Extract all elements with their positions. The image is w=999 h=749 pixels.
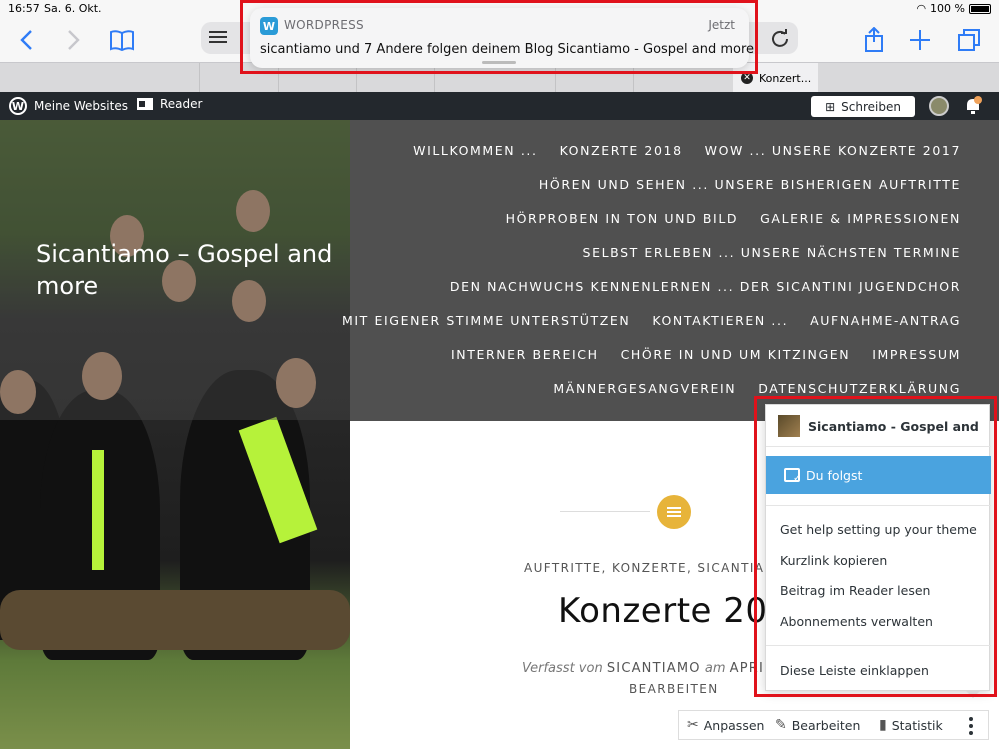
nav-row: INTERNER BEREICH CHÖRE IN UND UM KITZING… <box>451 347 961 362</box>
notifications-icon[interactable] <box>963 96 983 116</box>
post-format-icon <box>657 495 691 529</box>
battery-label: 100 % <box>930 2 965 15</box>
wp-admin-bar: W Meine Websites Reader ⊞ Schreiben <box>0 92 999 120</box>
blog-name: Sicantiamo - Gospel and ... <box>808 418 983 434</box>
notification-app-name: WORDPRESS <box>284 18 364 32</box>
share-icon[interactable] <box>858 24 890 56</box>
nav-item-konzerte-2017[interactable]: WOW ... UNSERE KONZERTE 2017 <box>705 143 961 158</box>
customize-bar: ✂ Anpassen ✎ Bearbeiten ▮ Statistik <box>678 710 989 740</box>
header-image: Sicantiamo – Gospel and more <box>0 120 350 749</box>
stats-icon: ▮ <box>879 717 887 733</box>
post-categories[interactable]: AUFTRITTE, KONZERTE, SICANTIAMO S <box>524 561 801 575</box>
nav-item-impressum[interactable]: IMPRESSUM <box>872 347 961 362</box>
nav-item-hoerproben[interactable]: HÖRPROBEN IN TON UND BILD <box>506 211 739 226</box>
nav-row: DEN NACHWUCHS KENNENLERNEN ... DER SICAN… <box>450 279 961 294</box>
follow-popover: Sicantiamo - Gospel and ... Du folgst Ge… <box>765 404 991 691</box>
close-icon[interactable]: ✕ <box>741 72 753 84</box>
nav-item-datenschutz[interactable]: DATENSCHUTZERKLÄRUNG <box>758 381 961 396</box>
wifi-icon: ◠ <box>916 2 927 15</box>
nav-item-unterstuetzen[interactable]: MIT EIGENER STIMME UNTERSTÜTZEN <box>342 313 630 328</box>
pencil-icon: ✎ <box>775 717 787 733</box>
follow-icon <box>784 468 801 484</box>
status-right: ◠ 100 % <box>916 2 991 15</box>
reader-icon <box>137 98 153 110</box>
write-button[interactable]: ⊞ Schreiben <box>811 96 915 117</box>
nav-item-galerie[interactable]: GALERIE & IMPRESSIONEN <box>760 211 961 226</box>
nav-row: MÄNNERGESANGVEREIN DATENSCHUTZERKLÄRUNG <box>553 381 961 396</box>
nav-item-maennergesangverein[interactable]: MÄNNERGESANGVEREIN <box>553 381 736 396</box>
forward-icon[interactable] <box>58 24 90 56</box>
write-icon: ⊞ <box>825 99 836 114</box>
nav-item-aufnahme-antrag[interactable]: AUFNAHME-ANTRAG <box>810 313 961 328</box>
following-button[interactable]: Du folgst <box>766 456 991 494</box>
menu-item-collapse[interactable]: Diese Leiste einklappen <box>780 663 929 678</box>
nav-row: WILLKOMMEN ... KONZERTE 2018 WOW ... UNS… <box>413 143 961 158</box>
nav-row: HÖRPROBEN IN TON UND BILD GALERIE & IMPR… <box>506 211 961 226</box>
nav-item-kontaktieren[interactable]: KONTAKTIEREN ... <box>652 313 788 328</box>
wordpress-app-icon: W <box>260 17 278 35</box>
back-icon[interactable] <box>10 24 42 56</box>
reader-mode-icon[interactable] <box>209 31 227 43</box>
nav-item-interner-bereich[interactable]: INTERNER BEREICH <box>451 347 599 362</box>
edit-button[interactable]: ✎ Bearbeiten <box>775 717 860 733</box>
notification-time: Jetzt <box>708 18 735 32</box>
wordpress-logo-icon: W <box>9 97 27 115</box>
stats-label: Statistik <box>891 717 943 733</box>
new-tab-icon[interactable] <box>904 24 936 56</box>
more-options-icon[interactable] <box>969 717 973 735</box>
stats-button[interactable]: ▮ Statistik <box>879 717 943 733</box>
nav-item-jugendchor[interactable]: DEN NACHWUCHS KENNENLERNEN ... DER SICAN… <box>450 279 961 294</box>
tab-title: Konzert... <box>759 71 812 85</box>
reload-icon[interactable] <box>770 28 790 52</box>
my-sites-label: Meine Websites <box>34 99 128 113</box>
post-byline: Verfasst von SICANTIAMO am APRIL <box>522 661 773 676</box>
status-date: Sa. 6. Okt. <box>44 2 102 15</box>
nav-item-choere[interactable]: CHÖRE IN UND UM KITZINGEN <box>621 347 851 362</box>
bookmarks-icon[interactable] <box>106 24 138 56</box>
nav-row: HÖREN UND SEHEN ... UNSERE BISHERIGEN AU… <box>539 177 961 192</box>
nav-row: SELBST ERLEBEN ... UNSERE NÄCHSTEN TERMI… <box>583 245 961 260</box>
nav-item-willkommen[interactable]: WILLKOMMEN ... <box>413 143 537 158</box>
menu-item-subscriptions[interactable]: Abonnements verwalten <box>780 614 933 629</box>
following-label: Du folgst <box>806 467 863 483</box>
nav-item-konzerte-2018[interactable]: KONZERTE 2018 <box>560 143 683 158</box>
divider <box>560 511 650 512</box>
customize-button[interactable]: ✂ Anpassen <box>687 717 764 733</box>
notification-message: sicantiamo und 7 Andere folgen deinem Bl… <box>260 42 755 57</box>
nav-item-termine[interactable]: SELBST ERLEBEN ... UNSERE NÄCHSTEN TERMI… <box>583 245 961 260</box>
byline-mid: am <box>704 661 726 676</box>
my-sites-link[interactable]: W Meine Websites <box>9 97 128 115</box>
byline-prefix: Verfasst von <box>522 661 603 676</box>
battery-icon <box>969 3 991 14</box>
menu-item-theme-help[interactable]: Get help setting up your theme <box>780 522 977 537</box>
blog-header[interactable]: Sicantiamo - Gospel and ... <box>778 415 983 437</box>
edit-link[interactable]: BEARBEITEN <box>629 682 719 696</box>
main-navigation: WILLKOMMEN ... KONZERTE 2018 WOW ... UNS… <box>342 120 999 421</box>
blog-thumbnail <box>778 415 800 437</box>
post-title[interactable]: Konzerte 201 <box>558 591 790 631</box>
customize-label: Anpassen <box>703 717 765 733</box>
site-title[interactable]: Sicantiamo – Gospel and more <box>36 238 336 302</box>
reader-link[interactable]: Reader <box>137 97 202 111</box>
popover-caret <box>965 690 981 698</box>
menu-item-shortlink[interactable]: Kurzlink kopieren <box>780 553 887 568</box>
nav-item-auftritte[interactable]: HÖREN UND SEHEN ... UNSERE BISHERIGEN AU… <box>539 177 961 192</box>
status-time: 16:57 <box>8 2 40 15</box>
byline-author[interactable]: SICANTIAMO <box>607 661 701 676</box>
tabs-overview-icon[interactable] <box>953 24 985 56</box>
menu-item-reader[interactable]: Beitrag im Reader lesen <box>780 583 930 598</box>
tools-icon: ✂ <box>687 717 699 733</box>
push-notification[interactable]: W WORDPRESS Jetzt sicantiamo und 7 Ander… <box>250 8 754 68</box>
notification-grabber[interactable] <box>482 61 516 64</box>
nav-row: MIT EIGENER STIMME UNTERSTÜTZEN KONTAKTI… <box>342 313 961 328</box>
tab-active[interactable]: ✕ Konzert... <box>733 63 818 93</box>
write-label: Schreiben <box>841 99 901 114</box>
edit-label: Bearbeiten <box>791 717 861 733</box>
avatar[interactable] <box>929 96 949 116</box>
reader-label: Reader <box>160 97 203 111</box>
